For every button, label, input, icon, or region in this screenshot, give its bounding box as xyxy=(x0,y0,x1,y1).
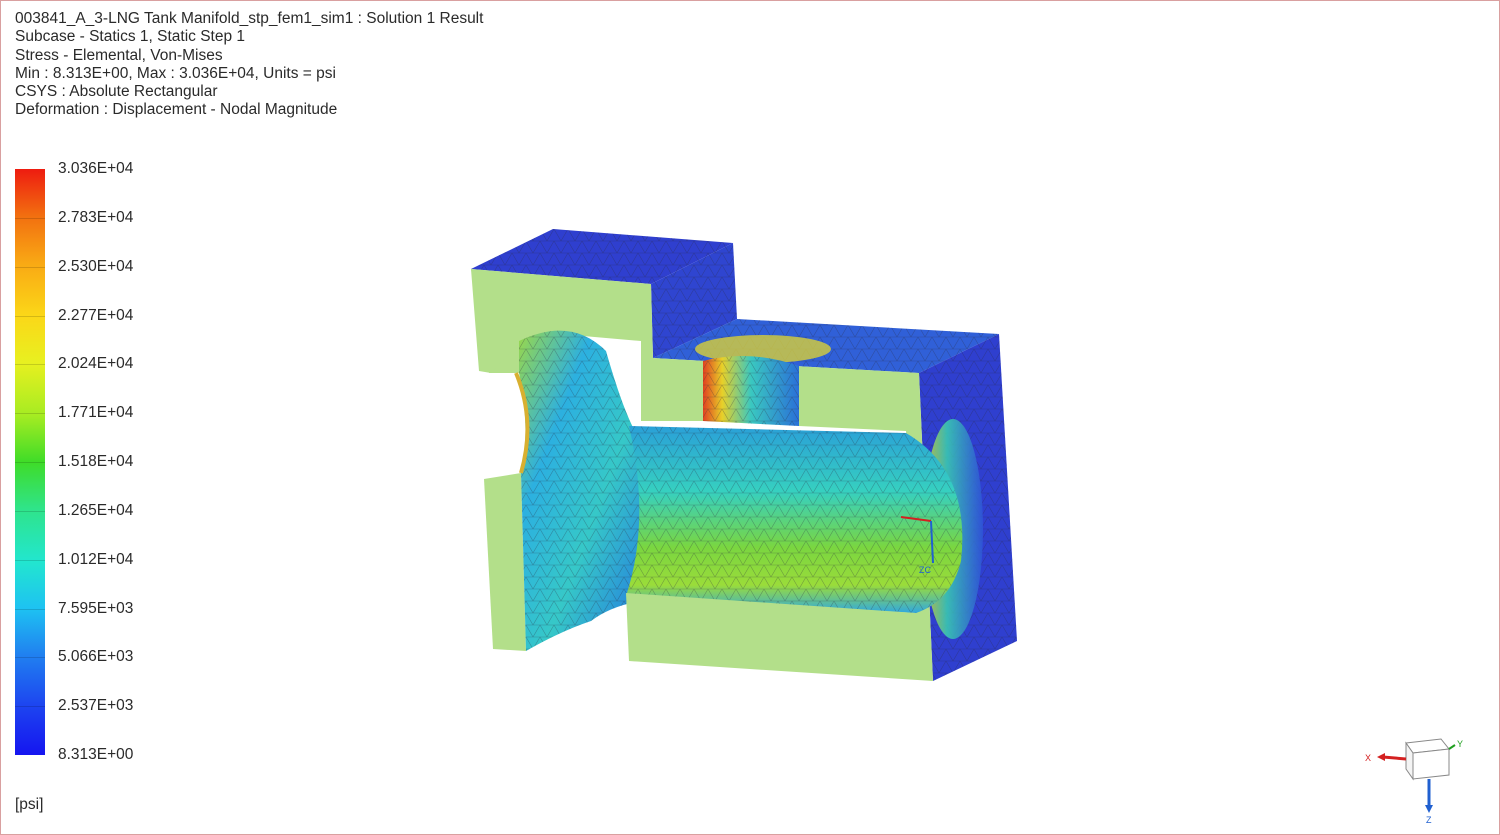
graphics-viewport[interactable]: 003841_A_3-LNG Tank Manifold_stp_fem1_si… xyxy=(0,0,1500,835)
triad-y-axis[interactable] xyxy=(1448,744,1456,750)
triad-cube-front xyxy=(1412,748,1450,780)
triad-x-label: X xyxy=(1365,753,1371,763)
section-cut-left-lower xyxy=(484,473,526,651)
triad-y-label: Y xyxy=(1457,739,1463,749)
wcs-label: ZC xyxy=(919,565,931,575)
fem-model-view[interactable]: ZC xyxy=(1,1,1500,835)
triad-x-axis[interactable] xyxy=(1382,755,1407,761)
view-triad[interactable]: X Y Z xyxy=(1361,731,1471,826)
triad-z-label: Z xyxy=(1426,815,1432,825)
